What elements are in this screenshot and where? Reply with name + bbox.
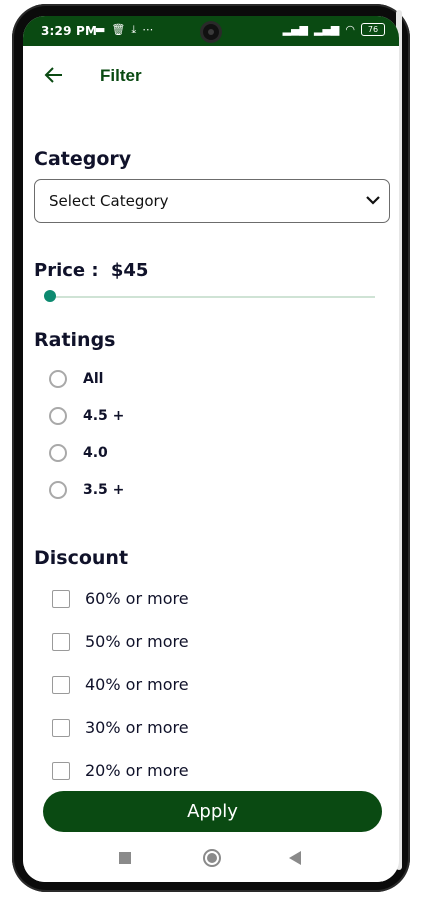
- discount-option-label: 30% or more: [85, 718, 189, 737]
- discount-option-label: 50% or more: [85, 632, 189, 651]
- radio-button[interactable]: [49, 407, 67, 425]
- rating-option-label: All: [83, 371, 104, 387]
- status-system-icons: ▂▄▆ ▂▄▆ ◠ 76: [283, 23, 385, 36]
- apply-button[interactable]: Apply: [43, 791, 382, 832]
- price-label: Price : $45: [34, 260, 148, 281]
- battery-icon: 76: [361, 23, 385, 36]
- message-icon: ▬: [95, 23, 106, 36]
- rating-option-label: 4.0: [83, 445, 108, 461]
- front-camera-icon: [203, 24, 219, 40]
- radio-button[interactable]: [49, 481, 67, 499]
- home-icon[interactable]: [203, 849, 221, 867]
- price-slider-track[interactable]: [50, 296, 375, 298]
- trash-icon: 🗑: [111, 23, 126, 36]
- arrow-left-icon[interactable]: [43, 64, 65, 86]
- discount-option-label: 20% or more: [85, 761, 189, 780]
- checkbox[interactable]: [52, 589, 70, 608]
- more-dots-icon: ⋯: [142, 23, 154, 36]
- rating-option-4-0[interactable]: 4.0: [49, 444, 108, 462]
- price-caption: Price :: [34, 260, 99, 281]
- checkbox[interactable]: [52, 675, 70, 694]
- price-slider-thumb[interactable]: [44, 290, 56, 302]
- rating-option-all[interactable]: All: [49, 370, 103, 388]
- rating-option-3-5[interactable]: 3.5 +: [49, 481, 124, 499]
- discount-title: Discount: [34, 547, 129, 569]
- chevron-down-icon: [366, 196, 380, 205]
- checkbox[interactable]: [52, 761, 70, 780]
- signal-icon-2: ▂▄▆: [314, 23, 340, 36]
- category-select-value: Select Category: [49, 192, 169, 210]
- discount-option-20[interactable]: 20% or more: [52, 761, 189, 780]
- discount-option-60[interactable]: 60% or more: [52, 589, 189, 608]
- discount-option-label: 40% or more: [85, 675, 189, 694]
- page-title: Filter: [100, 66, 142, 85]
- rating-option-4-5[interactable]: 4.5 +: [49, 407, 124, 425]
- discount-option-30[interactable]: 30% or more: [52, 718, 189, 737]
- rating-option-label: 3.5 +: [83, 482, 125, 498]
- signal-icon: ▂▄▆: [282, 23, 308, 36]
- radio-button[interactable]: [49, 444, 67, 462]
- checkbox[interactable]: [52, 718, 70, 737]
- rating-option-label: 4.5 +: [83, 408, 125, 424]
- category-title: Category: [34, 148, 132, 170]
- header: Filter: [23, 46, 399, 106]
- ratings-title: Ratings: [34, 329, 116, 351]
- system-nav-bar: [23, 838, 399, 882]
- discount-option-50[interactable]: 50% or more: [52, 632, 189, 651]
- status-bar: 3:29 PM ▬ 🗑 ⤓ ⋯ ▂▄▆ ▂▄▆ ◠ 76: [23, 16, 399, 46]
- status-notification-icons: ▬ 🗑 ⤓ ⋯: [95, 23, 153, 37]
- wifi-icon: ◠: [345, 23, 355, 36]
- download-icon: ⤓: [131, 23, 137, 36]
- price-value: $45: [110, 260, 149, 281]
- discount-option-40[interactable]: 40% or more: [52, 675, 189, 694]
- status-time: 3:29 PM: [41, 24, 98, 38]
- category-select[interactable]: Select Category: [34, 179, 390, 223]
- discount-option-label: 60% or more: [85, 589, 189, 608]
- checkbox[interactable]: [52, 632, 70, 651]
- back-triangle-icon[interactable]: [289, 851, 301, 865]
- recents-icon[interactable]: [119, 852, 131, 864]
- radio-button[interactable]: [49, 370, 67, 388]
- app-screen: 3:29 PM ▬ 🗑 ⤓ ⋯ ▂▄▆ ▂▄▆ ◠ 76 Filter Cate…: [23, 16, 399, 882]
